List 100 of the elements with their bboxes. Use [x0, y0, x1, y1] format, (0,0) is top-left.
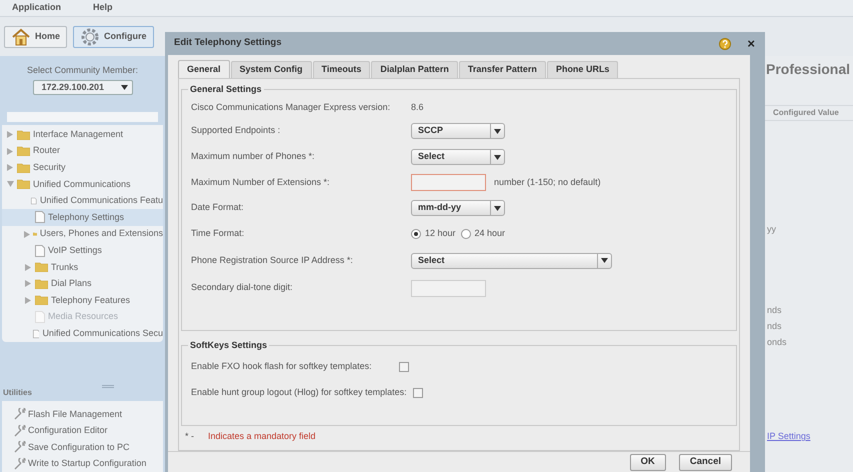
field-label: Select Community Member:	[26, 64, 140, 77]
table-cell-text: onds	[766, 338, 788, 346]
input-field[interactable]	[411, 280, 486, 296]
resize-grip-icon[interactable]	[102, 384, 114, 388]
folder-icon	[17, 130, 30, 140]
dropdown[interactable]: mm-dd-yy	[411, 200, 505, 216]
tree-item[interactable]: Unified Communications Secu	[2, 325, 163, 342]
checkbox[interactable]	[412, 388, 423, 398]
expand-icon	[25, 280, 31, 288]
dropdown[interactable]: Select	[411, 149, 505, 165]
tab[interactable]: Transfer Pattern	[458, 61, 546, 78]
mandatory-note: Indicates a mandatory field	[208, 430, 316, 443]
utility-link[interactable]: Flash File Management	[2, 406, 163, 422]
tab[interactable]: Timeouts	[312, 61, 370, 78]
version-value: 8.6	[411, 101, 424, 114]
checkbox[interactable]	[398, 362, 409, 372]
page-icon	[31, 194, 37, 207]
tree-item[interactable]: Dial Plans	[2, 276, 163, 292]
page-icon	[35, 311, 45, 324]
tree-item[interactable]: Security	[2, 159, 163, 176]
toolbar-button[interactable]: Configure	[73, 26, 154, 48]
dropdown[interactable]: Select	[411, 252, 612, 268]
input-field[interactable]	[411, 174, 486, 191]
field-label: Cisco Communications Manager Express version:	[191, 101, 392, 114]
page-icon	[35, 211, 45, 224]
caret-icon	[494, 128, 501, 134]
utility-link[interactable]: Write to Startup Configuration	[2, 456, 163, 472]
tab[interactable]: Dialplan Pattern	[371, 61, 458, 78]
folder-icon	[35, 262, 48, 272]
tab[interactable]: Phone URLs	[546, 61, 618, 78]
utility-link[interactable]: Configuration Editor	[2, 422, 163, 439]
toolbar-button[interactable]: Home	[4, 26, 68, 48]
gear-icon	[80, 26, 100, 46]
field-label: Enable hunt group logout (Hlog) for softkey templates:	[191, 386, 407, 400]
close-button[interactable]: ×	[747, 37, 755, 50]
dialog-button[interactable]: Cancel	[678, 454, 732, 470]
folder-icon	[17, 162, 30, 173]
folder-icon	[35, 278, 48, 289]
section-title: SoftKeys Settings	[188, 339, 270, 352]
folder-icon	[17, 146, 30, 156]
tree-item[interactable]: VoIP Settings	[2, 242, 163, 259]
community-dropdown[interactable]: 172.29.100.201	[32, 80, 132, 95]
utility-link[interactable]: Save Configuration to PC	[2, 439, 163, 456]
tree-item[interactable]: Users, Phones and Extensions	[2, 226, 163, 242]
tree-item[interactable]: Telephony Features	[2, 292, 163, 309]
collapse-icon	[6, 181, 14, 188]
menu-item[interactable]: Application	[12, 1, 61, 15]
field-label: Secondary dial-tone digit:	[191, 281, 294, 294]
app-title: Professional	[765, 60, 852, 79]
expand-icon	[25, 264, 31, 271]
expand-icon	[7, 164, 13, 172]
settings-link[interactable]: IP Settings	[765, 430, 853, 444]
radio-label: 12 hour	[425, 227, 456, 240]
caret-icon	[601, 258, 608, 263]
tree-item[interactable]: Unified Communications Featu	[2, 192, 163, 210]
radio-button[interactable]	[460, 229, 471, 239]
column-header: Configured Value	[765, 105, 853, 121]
tree-item[interactable]: Unified Communications	[2, 176, 163, 193]
field-hint: number (1-150; no default)	[494, 176, 601, 189]
expand-icon	[7, 148, 13, 155]
radio-label: 24 hour	[474, 227, 506, 240]
search-field[interactable]	[7, 112, 158, 122]
section-title: Utilities	[3, 387, 32, 399]
field-label: Date Format:	[191, 201, 245, 214]
expand-icon	[25, 296, 31, 304]
wrench-icon	[14, 441, 26, 454]
dropdown[interactable]: SCCP	[411, 123, 505, 139]
section-title: General Settings	[188, 83, 264, 96]
expand-icon	[24, 230, 30, 238]
field-label: Maximum Number of Extensions *:	[191, 176, 331, 189]
wrench-icon	[14, 408, 26, 420]
dialog-button[interactable]: OK	[630, 454, 666, 470]
tree-item[interactable]: Trunks	[2, 258, 163, 276]
folder-icon	[35, 295, 48, 306]
caret-icon	[494, 154, 501, 160]
radio-button[interactable]	[411, 229, 421, 239]
house-icon	[11, 28, 31, 46]
field-label: Supported Endpoints :	[191, 124, 282, 138]
field-label: Enable FXO hook flash for softkey templates:	[191, 360, 372, 374]
tab[interactable]: System Config	[230, 61, 312, 78]
caret-icon	[120, 84, 128, 90]
wrench-icon	[14, 458, 26, 470]
page-icon	[35, 244, 45, 257]
tree-item[interactable]: Router	[2, 142, 163, 160]
table-cell-text: yy	[766, 225, 777, 233]
tree-item[interactable]: Telephony Settings	[2, 209, 163, 226]
field-label: Phone Registration Source IP Address *:	[191, 254, 354, 267]
table-cell-text: nds	[766, 322, 783, 330]
menu-item[interactable]: Help	[93, 1, 113, 15]
tree-item[interactable]: Interface Management	[2, 126, 163, 143]
expand-icon	[7, 131, 13, 138]
field-label: Maximum number of Phones *:	[191, 150, 316, 164]
folder-icon	[17, 179, 30, 190]
table-cell-text: nds	[766, 306, 783, 314]
dialog-title: Edit Telephony Settings	[174, 36, 282, 50]
tab[interactable]: General	[178, 60, 230, 78]
help-icon	[719, 38, 732, 50]
field-label: Time Format:	[191, 227, 246, 240]
caret-icon	[494, 206, 501, 210]
required-mark: * -	[185, 430, 194, 443]
